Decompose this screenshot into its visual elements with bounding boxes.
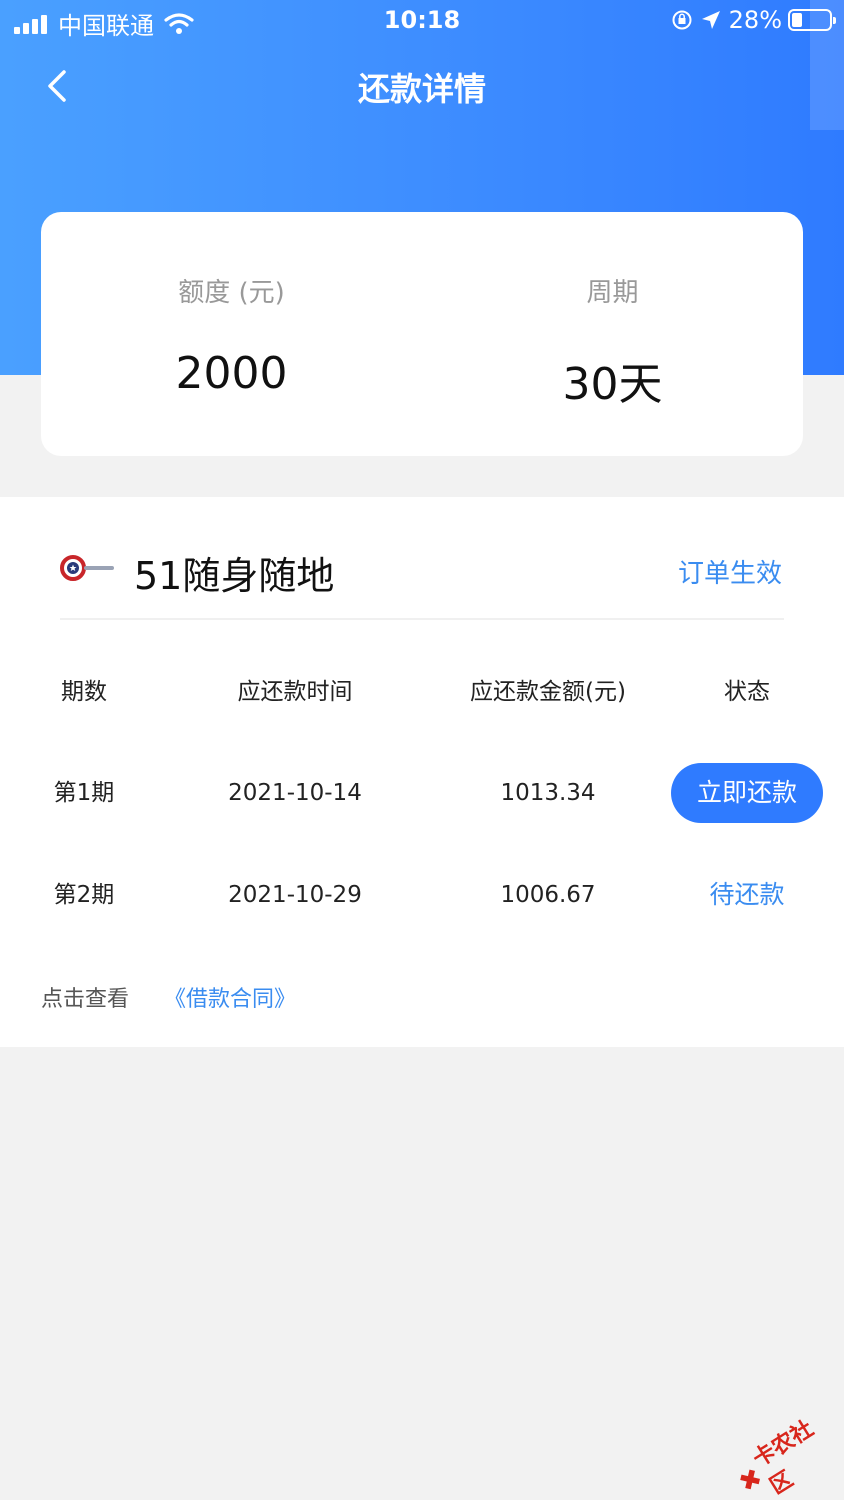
table-row: 第1期 2021-10-14 1013.34 立即还款 <box>0 763 844 823</box>
battery-percent: 28% <box>728 6 782 34</box>
row-due-date: 2021-10-29 <box>228 882 362 908</box>
repayment-card: 51随身随地 订单生效 期数 应还款时间 应还款金额(元) 状态 第1期 202… <box>0 497 844 1047</box>
page-title: 还款详情 <box>357 70 486 108</box>
pending-status: 待还款 <box>709 880 785 909</box>
battery-level <box>792 13 803 27</box>
row-amount: 1013.34 <box>500 780 596 806</box>
contract-prefix: 点击查看 <box>41 987 130 1012</box>
period-label: 周期 <box>586 278 639 308</box>
amount-column: 额度 (元) 2000 <box>41 212 422 456</box>
loan-contract-link[interactable]: 《借款合同》 <box>164 987 296 1012</box>
table-header: 期数 应还款时间 应还款金额(元) 状态 <box>0 662 844 722</box>
order-status: 订单生效 <box>677 559 782 589</box>
orientation-lock-icon <box>672 10 692 30</box>
brand-name: 51随身随地 <box>134 554 335 598</box>
period-column: 周期 30天 <box>422 212 803 456</box>
header-period: 期数 <box>61 679 107 705</box>
header-due-date: 应还款时间 <box>237 679 353 705</box>
watermark: ✖ 卡农社区 <box>731 1416 837 1500</box>
row-period: 第1期 <box>53 780 115 806</box>
battery-tip <box>833 17 836 24</box>
contract-row: 点击查看 《借款合同》 <box>41 981 296 1012</box>
status-bar: 中国联通 10:18 28% <box>0 0 844 44</box>
row-amount: 1006.67 <box>500 882 596 908</box>
brand-row: 51随身随地 订单生效 <box>60 537 784 617</box>
nav-bar: 还款详情 <box>0 44 844 130</box>
table-row: 第2期 2021-10-29 1006.67 待还款 <box>0 865 844 925</box>
battery-icon <box>788 9 836 31</box>
brand-logo-icon <box>60 555 114 581</box>
header-status: 状态 <box>724 679 770 705</box>
repay-now-button[interactable]: 立即还款 <box>671 763 823 823</box>
amount-value: 2000 <box>175 348 288 399</box>
location-arrow-icon <box>701 11 720 29</box>
amount-label: 额度 (元) <box>178 278 285 308</box>
divider <box>60 618 784 620</box>
loan-summary-card: 额度 (元) 2000 周期 30天 <box>41 212 803 456</box>
status-right: 28% <box>671 6 836 34</box>
period-value: 30天 <box>562 359 663 410</box>
header-amount: 应还款金额(元) <box>470 679 626 705</box>
row-period: 第2期 <box>53 882 115 908</box>
row-due-date: 2021-10-14 <box>228 780 362 806</box>
